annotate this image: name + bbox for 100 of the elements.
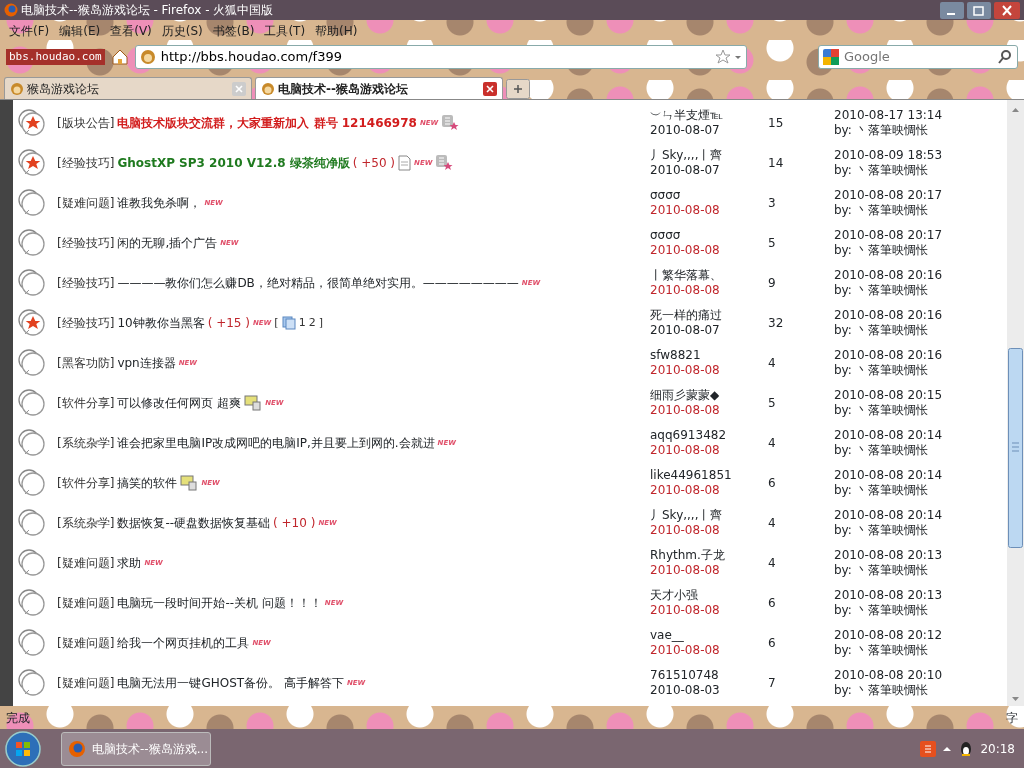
last-post-time[interactable]: 2010-08-08 20:10 [834, 668, 943, 683]
last-poster[interactable]: by: 丶落筆映惆怅 [834, 123, 943, 138]
thread-title[interactable]: 给我一个网页挂机的工具 [117, 634, 250, 652]
thread-category[interactable]: [疑难问题] [57, 554, 115, 572]
topic-icon[interactable] [17, 228, 47, 258]
input-method-indicator[interactable]: 字 [1006, 708, 1018, 727]
topic-icon[interactable] [17, 468, 47, 498]
thread-category[interactable]: [系统杂学] [57, 514, 115, 532]
thread-category[interactable]: [软件分享] [57, 474, 115, 492]
last-poster[interactable]: by: 丶落筆映惆怅 [834, 523, 943, 538]
address-bar[interactable]: http://bbs.houdao.com/f399 [134, 45, 747, 69]
thread-title[interactable]: 电脑玩一段时间开始--关机 问题！！！ [117, 594, 322, 612]
last-poster[interactable]: by: 丶落筆映惆怅 [834, 243, 943, 258]
thread-title[interactable]: 谁会把家里电脑IP改成网吧的电脑IP,并且要上到网的.会就进 [117, 434, 435, 452]
author-name[interactable]: Rhythm.子龙 [650, 548, 768, 563]
last-poster[interactable]: by: 丶落筆映惆怅 [834, 443, 943, 458]
thread-category[interactable]: [软件分享] [57, 394, 115, 412]
author-name[interactable]: 丨繁华落幕、 [650, 268, 768, 283]
thread-title[interactable]: GhostXP SP3 2010 V12.8 绿茶纯净版 [117, 154, 350, 172]
thread-category[interactable]: [经验技巧] [57, 314, 115, 332]
author-name[interactable]: σσσσ [650, 228, 768, 243]
star-icon[interactable] [714, 49, 731, 65]
thread-title[interactable]: 闲的无聊,插个广告 [117, 234, 218, 252]
thread-title[interactable]: 谁教我免杀啊， [117, 194, 202, 212]
thread-category[interactable]: [经验技巧] [57, 154, 115, 172]
thread-category[interactable]: [疑难问题] [57, 594, 115, 612]
topic-icon[interactable] [17, 508, 47, 538]
author-name[interactable]: 丿Sky,,,,丨齊 [650, 508, 768, 523]
thread-title[interactable]: vpn连接器 [117, 354, 176, 372]
thread-category[interactable]: [系统杂学] [57, 434, 115, 452]
menu-item[interactable]: 文件(F) [4, 21, 55, 41]
author-name[interactable]: like44961851 [650, 468, 768, 483]
menu-item[interactable]: 书签(B) [207, 21, 260, 41]
thread-category[interactable]: [经验技巧] [57, 234, 115, 252]
last-poster[interactable]: by: 丶落筆映惆怅 [834, 563, 943, 578]
hot-topic-icon[interactable] [17, 308, 47, 338]
start-orb-icon[interactable] [3, 730, 43, 768]
last-poster[interactable]: by: 丶落筆映惆怅 [834, 203, 943, 218]
thread-category[interactable]: [疑难问题] [57, 634, 115, 652]
search-input[interactable]: Google [842, 46, 994, 68]
menu-item[interactable]: 帮助(H) [310, 21, 363, 41]
thread-title[interactable]: 10钟教你当黑客 [117, 314, 205, 332]
address-input[interactable]: http://bbs.houdao.com/f399 [158, 46, 712, 68]
topic-icon[interactable] [17, 388, 47, 418]
page-link[interactable]: 1 [298, 314, 306, 332]
last-post-time[interactable]: 2010-08-08 20:16 [834, 348, 943, 363]
last-poster[interactable]: by: 丶落筆映惆怅 [834, 163, 943, 178]
browser-tab[interactable]: 猴岛游戏论坛 [4, 77, 252, 99]
last-poster[interactable]: by: 丶落筆映惆怅 [834, 483, 943, 498]
menu-item[interactable]: 查看(V) [105, 21, 157, 41]
thread-title[interactable]: 电脑无法用一键GHOST备份。 高手解答下 [117, 674, 344, 692]
menu-item[interactable]: 历史(S) [156, 21, 208, 41]
topic-icon[interactable] [17, 188, 47, 218]
last-post-time[interactable]: 2010-08-08 20:15 [834, 388, 943, 403]
author-name[interactable]: 761510748 [650, 668, 768, 683]
author-name[interactable]: ︶ㄣ半支煙℡ [650, 108, 768, 123]
thread-category[interactable]: [疑难问题] [57, 674, 115, 692]
last-post-time[interactable]: 2010-08-17 13:14 [834, 108, 943, 123]
maximize-icon[interactable] [967, 1, 991, 19]
author-name[interactable]: 细雨彡蒙蒙◆ [650, 388, 768, 403]
author-name[interactable]: aqq6913482 [650, 428, 768, 443]
last-post-time[interactable]: 2010-08-08 20:13 [834, 588, 943, 603]
close-icon[interactable] [483, 81, 497, 96]
thread-title[interactable]: ————教你们怎么赚DB，绝对精品，很简单绝对实用。———————— [117, 274, 519, 292]
topic-icon[interactable] [17, 668, 47, 698]
menu-item[interactable]: 工具(T) [259, 21, 311, 41]
author-name[interactable]: σσσσ [650, 188, 768, 203]
last-poster[interactable]: by: 丶落筆映惆怅 [834, 643, 943, 658]
last-post-time[interactable]: 2010-08-08 20:17 [834, 228, 943, 243]
last-poster[interactable]: by: 丶落筆映惆怅 [834, 603, 943, 618]
thread-category[interactable]: [经验技巧] [57, 274, 115, 292]
author-name[interactable]: sfw8821 [650, 348, 768, 363]
scrollbar[interactable] [1007, 100, 1024, 706]
browser-tab[interactable]: 电脑技术--猴岛游戏论坛 [255, 77, 503, 99]
author-name[interactable]: 丿Sky,,,,丨齊 [650, 148, 768, 163]
thread-title[interactable]: 电脑技术版块交流群，大家重新加入 群号 121466978 [117, 114, 417, 132]
scroll-thumb[interactable] [1008, 348, 1023, 548]
home-icon[interactable] [110, 48, 129, 66]
thread-title[interactable]: 可以修改任何网页 超爽 [117, 394, 242, 412]
topic-icon[interactable] [17, 348, 47, 378]
last-post-time[interactable]: 2010-08-08 20:16 [834, 268, 943, 283]
hot-topic-icon[interactable] [17, 148, 47, 178]
topic-icon[interactable] [17, 268, 47, 298]
thread-category[interactable]: [版块公告] [57, 114, 115, 132]
last-post-time[interactable]: 2010-08-08 20:12 [834, 628, 943, 643]
search-field[interactable]: Google [818, 45, 1018, 69]
search-icon[interactable] [997, 49, 1013, 65]
last-poster[interactable]: by: 丶落筆映惆怅 [834, 403, 943, 418]
last-post-time[interactable]: 2010-08-08 20:14 [834, 468, 943, 483]
page-link[interactable]: 2 [308, 314, 316, 332]
last-post-time[interactable]: 2010-08-08 20:13 [834, 548, 943, 563]
topic-icon[interactable] [17, 628, 47, 658]
last-post-time[interactable]: 2010-08-08 20:14 [834, 428, 943, 443]
author-name[interactable]: vae__ [650, 628, 768, 643]
last-post-time[interactable]: 2010-08-08 20:14 [834, 508, 943, 523]
thread-title[interactable]: 数据恢复--硬盘数据恢复基础 [117, 514, 271, 532]
new-tab-icon[interactable] [506, 79, 530, 99]
topic-icon[interactable] [17, 548, 47, 578]
topic-icon[interactable] [17, 588, 47, 618]
author-name[interactable]: 天才小强 [650, 588, 768, 603]
